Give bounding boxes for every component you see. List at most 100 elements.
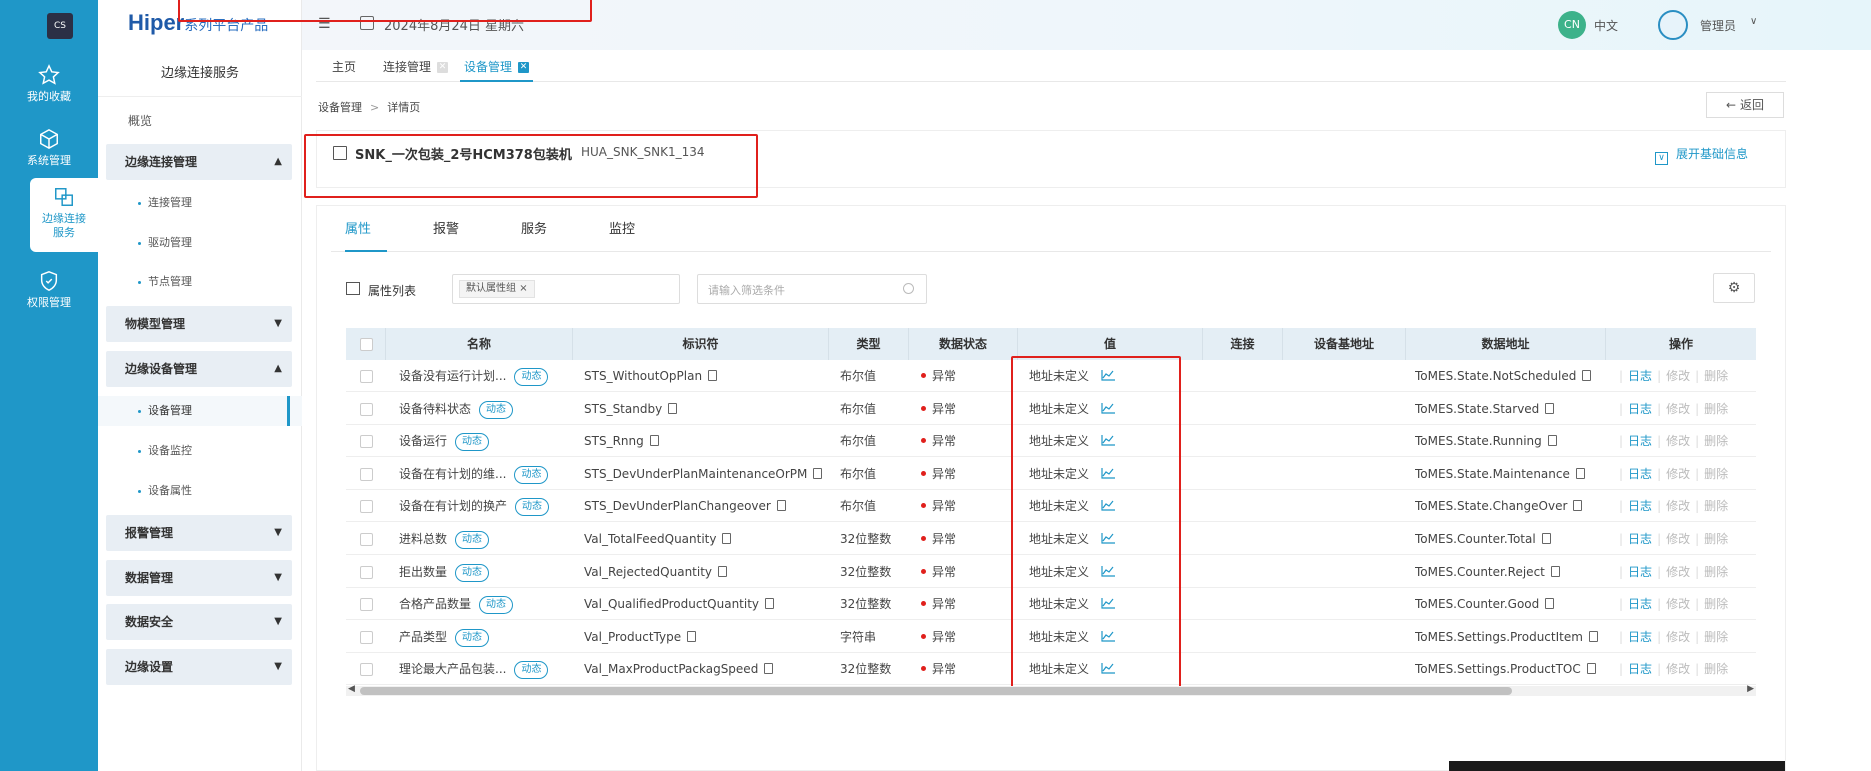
user-avatar-icon[interactable] (1658, 10, 1688, 40)
delete-link[interactable]: 删除 (1704, 662, 1728, 676)
menu-group-data[interactable]: 数据管理 ▼ (106, 560, 292, 596)
rail-item-edge-service[interactable]: 边缘连接服务 (30, 178, 98, 252)
row-checkbox[interactable] (360, 630, 373, 644)
select-all-checkbox[interactable] (360, 338, 373, 351)
chevron-down-icon[interactable]: ∨ (1750, 16, 1757, 27)
menu-overview[interactable]: 概览 (128, 112, 152, 129)
edit-link[interactable]: 修改 (1666, 402, 1690, 416)
language-label[interactable]: 中文 (1594, 17, 1618, 34)
copy-icon[interactable] (1575, 467, 1585, 479)
language-badge[interactable]: CN (1558, 11, 1586, 39)
menu-group-alarm[interactable]: 报警管理 ▼ (106, 515, 292, 551)
log-link[interactable]: 日志 (1628, 369, 1652, 383)
tab-monitor[interactable]: 监控 (609, 218, 635, 237)
edit-link[interactable]: 修改 (1666, 630, 1690, 644)
copy-icon[interactable] (764, 663, 774, 675)
log-link[interactable]: 日志 (1628, 565, 1652, 579)
delete-link[interactable]: 删除 (1704, 597, 1728, 611)
edit-link[interactable]: 修改 (1666, 597, 1690, 611)
menu-item-device-attribute[interactable]: 设备属性 (98, 476, 302, 506)
copy-icon[interactable] (1547, 435, 1557, 447)
copy-icon[interactable] (1588, 630, 1598, 642)
copy-icon[interactable] (1541, 533, 1551, 544)
close-icon[interactable]: ✕ (518, 62, 530, 73)
copy-icon[interactable] (668, 402, 678, 414)
delete-link[interactable]: 删除 (1704, 532, 1728, 546)
user-name[interactable]: 管理员 (1700, 17, 1736, 34)
tab-alarms[interactable]: 报警 (433, 218, 459, 237)
edit-link[interactable]: 修改 (1666, 467, 1690, 481)
horizontal-scrollbar[interactable]: ◀ ▶ (346, 684, 1756, 696)
menu-group-thing-model[interactable]: 物模型管理 ▼ (106, 306, 292, 342)
delete-link[interactable]: 删除 (1704, 402, 1728, 416)
log-link[interactable]: 日志 (1628, 434, 1652, 448)
delete-link[interactable]: 删除 (1704, 565, 1728, 579)
row-checkbox[interactable] (360, 533, 373, 546)
menu-group-edge-device[interactable]: 边缘设备管理 ▲ (106, 351, 292, 387)
edit-link[interactable]: 修改 (1666, 369, 1690, 383)
copy-icon[interactable] (765, 598, 775, 610)
edit-link[interactable]: 修改 (1666, 434, 1690, 448)
log-link[interactable]: 日志 (1628, 467, 1652, 481)
copy-icon[interactable] (1545, 598, 1555, 610)
search-icon[interactable] (903, 283, 914, 294)
app-logo[interactable]: CS (47, 13, 73, 39)
row-checkbox[interactable] (360, 370, 373, 383)
breadcrumb-parent[interactable]: 设备管理 (318, 101, 362, 114)
copy-icon[interactable] (722, 533, 732, 544)
scroll-left-icon[interactable]: ◀ (348, 684, 355, 694)
row-checkbox[interactable] (360, 663, 373, 677)
log-link[interactable]: 日志 (1628, 597, 1652, 611)
delete-link[interactable]: 删除 (1704, 467, 1728, 481)
delete-link[interactable]: 删除 (1704, 499, 1728, 513)
menu-item-node[interactable]: 节点管理 (98, 267, 302, 297)
scroll-right-icon[interactable]: ▶ (1747, 684, 1754, 694)
rail-item-permission[interactable]: 权限管理 (0, 262, 98, 338)
edit-link[interactable]: 修改 (1666, 662, 1690, 676)
delete-link[interactable]: 删除 (1704, 369, 1728, 383)
edit-link[interactable]: 修改 (1666, 532, 1690, 546)
copy-icon[interactable] (718, 565, 728, 577)
tab-attributes[interactable]: 属性 (345, 218, 371, 237)
copy-icon[interactable] (649, 435, 659, 447)
log-link[interactable]: 日志 (1628, 662, 1652, 676)
menu-group-edge-connection[interactable]: 边缘连接管理 ▲ (106, 144, 292, 180)
menu-item-device-management[interactable]: 设备管理 (98, 396, 302, 426)
close-icon[interactable]: ✕ (437, 62, 449, 73)
row-checkbox[interactable] (360, 402, 373, 416)
filter-input[interactable]: 请输入筛选条件 (697, 274, 927, 304)
delete-link[interactable]: 删除 (1704, 630, 1728, 644)
log-link[interactable]: 日志 (1628, 499, 1652, 513)
menu-item-device-monitor[interactable]: 设备监控 (98, 436, 302, 466)
copy-icon[interactable] (1573, 500, 1583, 512)
copy-icon[interactable] (1545, 402, 1555, 414)
copy-icon[interactable] (1550, 565, 1560, 577)
expand-info-button[interactable]: ∨ 展开基础信息 (1655, 145, 1748, 165)
tab-connection[interactable]: 连接管理 ✕ (383, 52, 449, 82)
copy-icon[interactable] (776, 500, 786, 512)
menu-item-driver[interactable]: 驱动管理 (98, 228, 302, 258)
log-link[interactable]: 日志 (1628, 402, 1652, 416)
row-checkbox[interactable] (360, 500, 373, 514)
tab-device-management[interactable]: 设备管理 ✕ (460, 52, 534, 82)
attribute-group-select[interactable]: 默认属性组 × (452, 274, 680, 304)
row-checkbox[interactable] (360, 598, 373, 612)
log-link[interactable]: 日志 (1628, 532, 1652, 546)
edit-link[interactable]: 修改 (1666, 499, 1690, 513)
copy-icon[interactable] (708, 370, 718, 381)
log-link[interactable]: 日志 (1628, 630, 1652, 644)
menu-group-edge-settings[interactable]: 边缘设置 ▼ (106, 649, 292, 685)
row-checkbox[interactable] (360, 565, 373, 579)
edit-link[interactable]: 修改 (1666, 565, 1690, 579)
copy-icon[interactable] (1582, 370, 1592, 381)
menu-item-connection[interactable]: 连接管理 (98, 188, 302, 218)
copy-icon[interactable] (813, 467, 823, 479)
tab-home[interactable]: 主页 (332, 52, 356, 82)
tab-services[interactable]: 服务 (521, 218, 547, 237)
table-settings-button[interactable]: ⚙ (1713, 273, 1755, 303)
close-icon[interactable]: × (519, 283, 527, 294)
scroll-thumb[interactable] (360, 687, 1512, 695)
menu-group-data-security[interactable]: 数据安全 ▼ (106, 604, 292, 640)
copy-icon[interactable] (687, 630, 697, 642)
row-checkbox[interactable] (360, 435, 373, 449)
